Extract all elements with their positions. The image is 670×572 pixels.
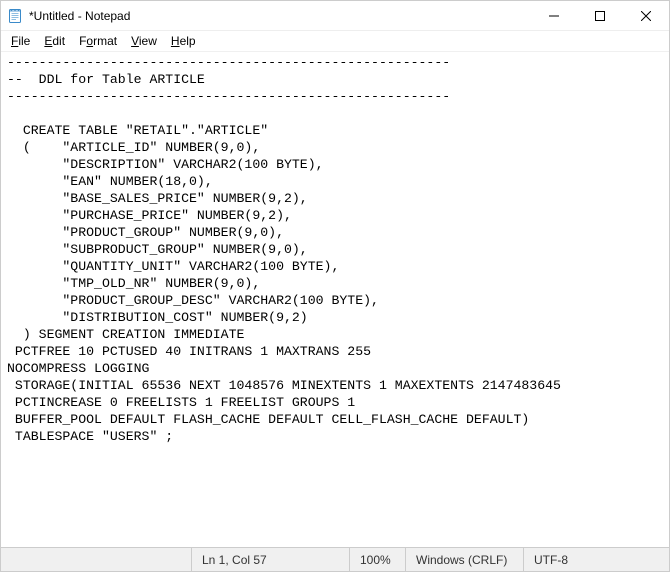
menu-edit[interactable]: Edit (38, 33, 71, 49)
status-zoom: 100% (349, 548, 405, 571)
status-bar: Ln 1, Col 57 100% Windows (CRLF) UTF-8 (1, 547, 669, 571)
menu-file[interactable]: File (5, 33, 36, 49)
maximize-button[interactable] (577, 1, 623, 30)
menu-format-rest: rmat (93, 34, 117, 48)
menu-view[interactable]: View (125, 33, 163, 49)
menu-view-rest: iew (139, 34, 157, 48)
status-line-ending: Windows (CRLF) (405, 548, 523, 571)
notepad-icon (1, 8, 29, 24)
status-encoding: UTF-8 (523, 548, 669, 571)
menu-edit-rest: dit (52, 34, 65, 48)
menu-format[interactable]: Format (73, 33, 123, 49)
window-title: *Untitled - Notepad (29, 9, 531, 23)
menu-help[interactable]: Help (165, 33, 202, 49)
close-button[interactable] (623, 1, 669, 30)
status-blank (1, 548, 191, 571)
status-line-col: Ln 1, Col 57 (191, 548, 349, 571)
text-editor[interactable]: ----------------------------------------… (1, 51, 669, 547)
minimize-button[interactable] (531, 1, 577, 30)
menu-bar: File Edit Format View Help (1, 31, 669, 51)
window-controls (531, 1, 669, 30)
menu-help-rest: elp (180, 34, 196, 48)
menu-file-rest: ile (18, 34, 30, 48)
title-bar: *Untitled - Notepad (1, 1, 669, 31)
